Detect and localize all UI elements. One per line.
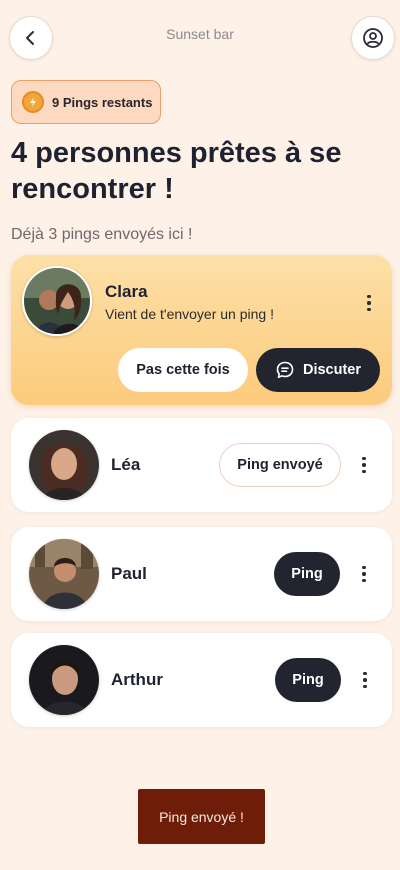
person-card-lea: Léa Ping envoyé	[11, 418, 392, 512]
avatar[interactable]	[22, 266, 92, 336]
person-card-arthur: Arthur Ping	[11, 633, 392, 727]
person-name: Léa	[111, 455, 141, 474]
featured-person-card: Clara Vient de t'envoyer un ping ! Pas c…	[11, 255, 392, 405]
ping-button[interactable]: Ping	[274, 552, 340, 596]
featured-message: Vient de t'envoyer un ping !	[105, 306, 274, 322]
chat-button-label: Discuter	[302, 362, 362, 378]
ping-button[interactable]: Ping	[275, 658, 341, 702]
more-options-icon[interactable]	[359, 291, 379, 315]
more-options-icon[interactable]	[355, 668, 375, 692]
lightning-coin-icon	[22, 91, 44, 113]
pings-sent-subtitle: Déjà 3 pings envoyés ici !	[11, 226, 193, 243]
user-circle-icon	[363, 28, 383, 48]
pings-remaining-badge[interactable]: 9 Pings restants	[11, 80, 161, 124]
person-name: Arthur	[111, 670, 163, 689]
page-title: 4 personnes prêtes à se rencontrer !	[11, 137, 342, 205]
profile-button[interactable]	[351, 16, 395, 60]
avatar[interactable]	[29, 539, 99, 609]
chat-button[interactable]: Discuter	[256, 348, 380, 392]
pings-remaining-label: 9 Pings restants	[52, 94, 153, 110]
decline-button[interactable]: Pas cette fois	[118, 348, 248, 392]
venue-name: Sunset bar	[166, 26, 234, 42]
ping-sent-toast: Ping envoyé !	[138, 789, 265, 844]
more-options-icon[interactable]	[354, 453, 374, 477]
person-card-paul: Paul Ping	[11, 527, 392, 621]
featured-name: Clara	[105, 282, 148, 301]
chat-bubble-icon	[276, 361, 294, 379]
avatar[interactable]	[29, 645, 99, 715]
more-options-icon[interactable]	[354, 562, 374, 586]
person-name: Paul	[111, 564, 147, 583]
ping-sent-button[interactable]: Ping envoyé	[219, 443, 341, 487]
avatar[interactable]	[29, 430, 99, 500]
